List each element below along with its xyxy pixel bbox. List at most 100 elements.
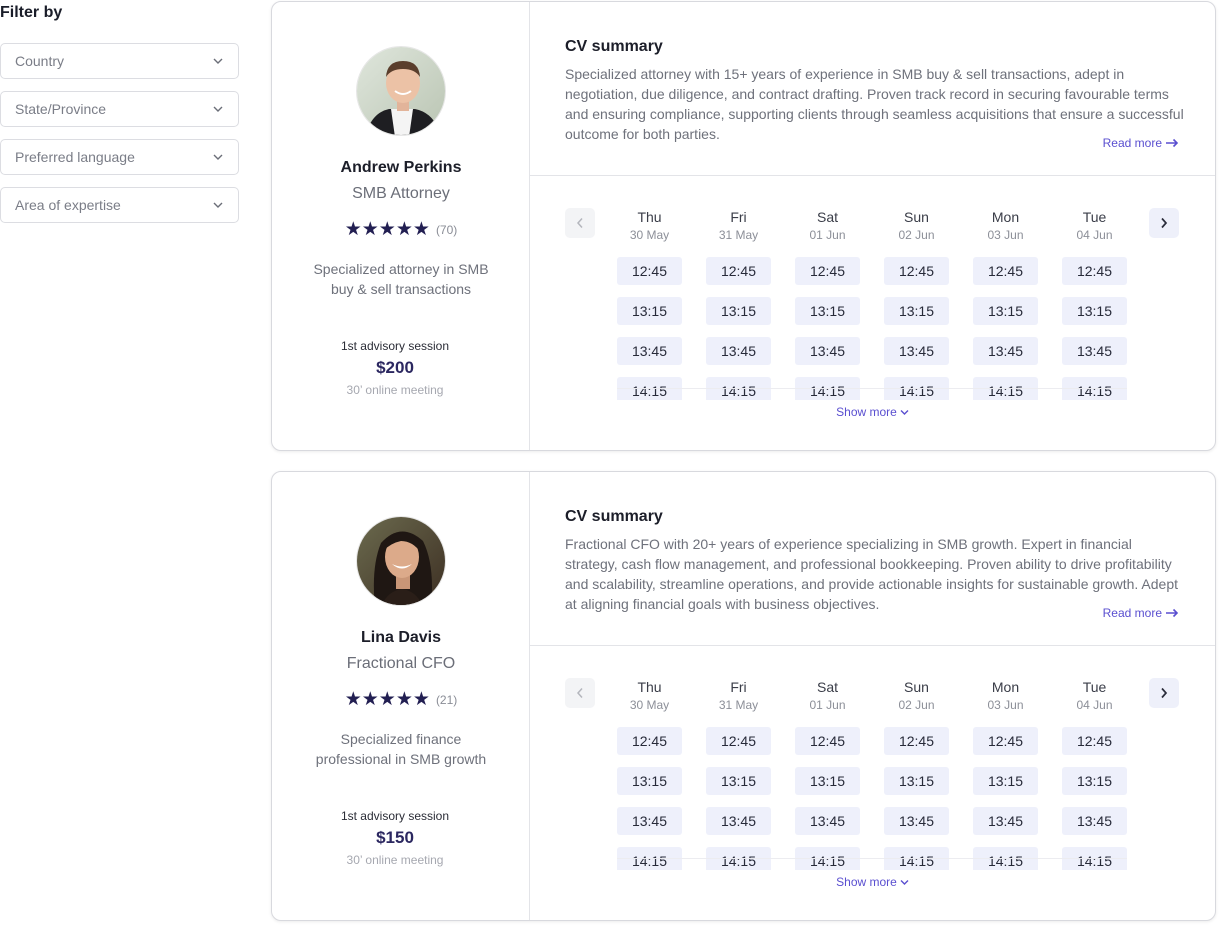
review-count: (21) bbox=[435, 693, 458, 707]
time-slot-button[interactable]: 13:45 bbox=[706, 337, 771, 365]
time-slot-button[interactable]: 13:15 bbox=[706, 297, 771, 325]
time-slot-button[interactable]: 13:45 bbox=[973, 337, 1038, 365]
day-date: 30 May bbox=[629, 228, 670, 242]
time-slot-list: 12:45 13:15 13:45 14:15 bbox=[884, 727, 949, 870]
show-more-button[interactable]: Show more bbox=[530, 875, 1215, 889]
time-slot-button[interactable]: 12:45 bbox=[1062, 257, 1127, 285]
preferred-language-select[interactable]: Preferred language bbox=[0, 139, 239, 175]
next-days-button[interactable] bbox=[1149, 678, 1179, 708]
day-column: Sun 02 Jun 12:45 13:15 13:45 14:15 bbox=[884, 679, 949, 870]
time-slot-button[interactable]: 13:45 bbox=[795, 337, 860, 365]
area-of-expertise-select[interactable]: Area of expertise bbox=[0, 187, 239, 223]
time-slot-list: 12:45 13:15 13:45 14:15 bbox=[706, 257, 771, 400]
advisor-name[interactable]: Andrew Perkins bbox=[272, 159, 530, 177]
advisor-role: Fractional CFO bbox=[346, 655, 456, 672]
star-icon: ★ bbox=[344, 219, 362, 240]
advisor-profile: Lina Davis Fractional CFO ★★★★★ (21) Spe… bbox=[272, 472, 530, 920]
day-name: Sat bbox=[816, 209, 838, 225]
avatar-photo-andrew bbox=[357, 47, 445, 135]
time-slot-button[interactable]: 13:15 bbox=[1062, 767, 1127, 795]
time-slot-button[interactable]: 12:45 bbox=[706, 257, 771, 285]
time-slot-button[interactable]: 13:15 bbox=[617, 767, 682, 795]
day-column: Mon 03 Jun 12:45 13:15 13:45 14:15 bbox=[973, 679, 1038, 870]
day-date: 31 May bbox=[718, 228, 759, 242]
next-days-button[interactable] bbox=[1149, 208, 1179, 238]
time-slot-button[interactable]: 13:45 bbox=[1062, 337, 1127, 365]
rating: ★★★★★ (21) bbox=[272, 690, 530, 710]
area-of-expertise-select-label: Area of expertise bbox=[15, 197, 121, 213]
state-province-select-label: State/Province bbox=[15, 101, 107, 117]
time-slot-button[interactable]: 12:45 bbox=[617, 257, 682, 285]
time-slot-button[interactable]: 12:45 bbox=[973, 727, 1038, 755]
read-more-label: Read more bbox=[1102, 606, 1162, 620]
day-column: Sun 02 Jun 12:45 13:15 13:45 14:15 bbox=[884, 209, 949, 400]
arrow-right-icon bbox=[1166, 608, 1179, 618]
country-select-label: Country bbox=[15, 53, 65, 69]
time-slot-button[interactable]: 13:15 bbox=[884, 767, 949, 795]
time-slot-button[interactable]: 12:45 bbox=[617, 727, 682, 755]
chevron-left-icon bbox=[576, 688, 583, 698]
avatar[interactable] bbox=[356, 516, 446, 606]
time-slot-button[interactable]: 13:45 bbox=[1062, 807, 1127, 835]
day-date: 04 Jun bbox=[1076, 228, 1113, 242]
time-slot-button[interactable]: 13:45 bbox=[617, 807, 682, 835]
advisor-description: Specialized attorney in SMB buy & sell t… bbox=[313, 261, 489, 297]
time-slot-button[interactable]: 13:15 bbox=[884, 297, 949, 325]
read-more-link[interactable]: Read more bbox=[1103, 136, 1179, 150]
time-slot-button[interactable]: 12:45 bbox=[884, 727, 949, 755]
day-columns: Thu 30 May 12:45 13:15 13:45 14:15 Fri 31 May 12… bbox=[617, 209, 1127, 400]
time-slot-button[interactable]: 13:15 bbox=[1062, 297, 1127, 325]
star-icon: ★ bbox=[412, 689, 430, 710]
time-slot-button[interactable]: 13:45 bbox=[795, 807, 860, 835]
time-slot-button[interactable]: 13:15 bbox=[795, 767, 860, 795]
time-slot-button[interactable]: 12:45 bbox=[973, 257, 1038, 285]
day-column: Fri 31 May 12:45 13:15 13:45 14:15 bbox=[706, 679, 771, 870]
time-slot-list: 12:45 13:15 13:45 14:15 bbox=[884, 257, 949, 400]
time-slot-list: 12:45 13:15 13:45 14:15 bbox=[795, 257, 860, 400]
state-province-select[interactable]: State/Province bbox=[0, 91, 239, 127]
time-slot-button[interactable]: 12:45 bbox=[795, 257, 860, 285]
previous-days-button[interactable] bbox=[565, 208, 595, 238]
advisor-card: Andrew Perkins SMB Attorney ★★★★★ (70) S… bbox=[271, 1, 1216, 451]
day-name: Fri bbox=[730, 209, 747, 225]
time-slot-button[interactable]: 13:45 bbox=[706, 807, 771, 835]
day-name: Sun bbox=[904, 209, 929, 225]
time-slot-button[interactable]: 13:15 bbox=[706, 767, 771, 795]
time-slot-button[interactable]: 12:45 bbox=[884, 257, 949, 285]
time-slot-button[interactable]: 13:15 bbox=[973, 297, 1038, 325]
session-price: $200 bbox=[376, 358, 414, 377]
chevron-right-icon bbox=[1161, 687, 1168, 699]
arrow-right-icon bbox=[1166, 138, 1179, 148]
show-more-button[interactable]: Show more bbox=[530, 405, 1215, 419]
advisor-description: Specialized finance professional in SMB … bbox=[315, 731, 487, 767]
time-slot-button[interactable]: 12:45 bbox=[795, 727, 860, 755]
star-icon: ★ bbox=[395, 689, 413, 710]
session-meta: 30’ online meeting bbox=[346, 383, 444, 397]
time-slot-button[interactable]: 13:45 bbox=[884, 337, 949, 365]
advisor-profile: Andrew Perkins SMB Attorney ★★★★★ (70) S… bbox=[272, 2, 530, 450]
day-name: Mon bbox=[991, 679, 1020, 695]
session-price: $150 bbox=[376, 828, 414, 847]
time-slot-button[interactable]: 12:45 bbox=[1062, 727, 1127, 755]
star-icon: ★ bbox=[361, 219, 379, 240]
day-date: 02 Jun bbox=[898, 228, 935, 242]
time-slot-button[interactable]: 13:45 bbox=[617, 337, 682, 365]
previous-days-button[interactable] bbox=[565, 678, 595, 708]
time-slot-button[interactable]: 13:45 bbox=[884, 807, 949, 835]
day-column: Thu 30 May 12:45 13:15 13:45 14:15 bbox=[617, 209, 682, 400]
show-more-label: Show more bbox=[836, 405, 897, 419]
time-slot-button[interactable]: 13:15 bbox=[617, 297, 682, 325]
time-slot-list: 12:45 13:15 13:45 14:15 bbox=[973, 727, 1038, 870]
avatar[interactable] bbox=[356, 46, 446, 136]
star-icon: ★ bbox=[361, 689, 379, 710]
read-more-link[interactable]: Read more bbox=[1103, 606, 1179, 620]
time-slot-button[interactable]: 12:45 bbox=[706, 727, 771, 755]
advisor-name[interactable]: Lina Davis bbox=[272, 629, 530, 647]
time-slot-button[interactable]: 13:15 bbox=[973, 767, 1038, 795]
time-slot-button[interactable]: 13:15 bbox=[795, 297, 860, 325]
country-select[interactable]: Country bbox=[0, 43, 239, 79]
avatar-photo-lina bbox=[357, 517, 445, 605]
time-slot-button[interactable]: 13:45 bbox=[973, 807, 1038, 835]
day-date: 01 Jun bbox=[809, 228, 846, 242]
day-name: Sat bbox=[816, 679, 838, 695]
